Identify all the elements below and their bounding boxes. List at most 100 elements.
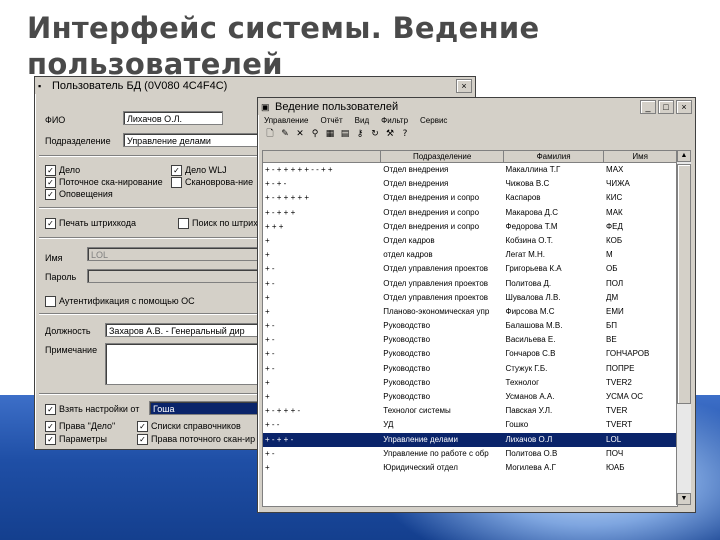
row-flags: +	[265, 292, 270, 302]
table-row[interactable]: + - + - Отдел внедрения Чижова В.С ЧИЖА	[263, 177, 677, 191]
row-name: М	[606, 250, 613, 260]
row-flags: + -	[265, 363, 275, 373]
column-header-dept[interactable]: Подразделение	[381, 151, 504, 162]
table-row[interactable]: + - + + + + + Отдел внедрения и сопро Касп…	[263, 191, 677, 205]
fio-field[interactable]: Лихачов О.Л.	[123, 111, 223, 125]
password-field[interactable]	[87, 269, 263, 283]
login-name-field[interactable]: LOL	[87, 247, 263, 261]
table-row[interactable]: + - Управление по работе с обр Политова О.…	[263, 447, 677, 461]
position-label: Должность	[45, 326, 91, 336]
new-doc-icon[interactable]: 🗋	[264, 129, 276, 140]
check-print-barcode[interactable]: ✓	[45, 218, 56, 229]
table-row[interactable]: + Руководство Усманов А.А. УСМА ОС	[263, 390, 677, 404]
row-name: TVER2	[606, 377, 632, 387]
filter-icon[interactable]: ⚲	[309, 129, 321, 140]
check-ref-lists[interactable]: ✓	[137, 421, 148, 432]
row-flags: +	[265, 250, 270, 260]
key-icon[interactable]: ⚷	[354, 129, 366, 140]
table-icon[interactable]: ▤	[339, 129, 351, 140]
note-field[interactable]	[105, 343, 263, 385]
check-rights-delo[interactable]: ✓	[45, 421, 56, 432]
check-scan[interactable]	[171, 177, 182, 188]
table-row[interactable]: + - Отдел управления проектов Григорьева К…	[263, 262, 677, 276]
check-stream-rights[interactable]: ✓	[137, 434, 148, 445]
row-surname: Технолог	[505, 377, 540, 387]
password-label: Пароль	[45, 272, 77, 282]
minimize-icon[interactable]: _	[640, 100, 656, 114]
check-os-auth[interactable]	[45, 296, 56, 307]
menu-item-manage[interactable]: Управление	[264, 115, 308, 127]
close-icon[interactable]: ×	[676, 100, 692, 114]
row-flags: + - + + + + + - - + +	[265, 165, 333, 174]
refresh-icon[interactable]: ↻	[369, 129, 381, 140]
menu-item-filter[interactable]: Фильтр	[381, 115, 408, 127]
scroll-down-icon[interactable]: ▼	[677, 493, 691, 505]
row-dept: Руководство	[383, 349, 431, 359]
table-row[interactable]: + Отдел кадров Кобзина О.Т. КОБ	[263, 234, 677, 248]
check-delo-label: Дело	[59, 165, 81, 175]
table-row[interactable]: + - Руководство Балашова М.В. БП	[263, 319, 677, 333]
row-dept: Отдел управления проектов	[383, 264, 489, 274]
row-surname: Шувалова Л.В.	[505, 292, 561, 302]
vertical-scrollbar[interactable]: ▲ ▼	[676, 150, 691, 505]
table-row[interactable]: + + + Отдел внедрения и сопро Федорова Т.М…	[263, 220, 677, 234]
row-dept: Отдел внедрения	[383, 165, 449, 174]
menu-item-report[interactable]: Отчёт	[320, 115, 342, 127]
row-flags: + - + -	[265, 179, 287, 189]
table-row[interactable]: + - + + + + + - - + + Отдел внедрения Мака…	[263, 163, 677, 177]
column-header-name[interactable]: Имя	[604, 151, 677, 162]
row-dept: Руководство	[383, 321, 431, 331]
row-dept: Управление делами	[383, 434, 458, 444]
check-search-barcode[interactable]	[178, 218, 189, 229]
check-take-settings[interactable]: ✓	[45, 404, 56, 415]
close-icon[interactable]: ×	[456, 79, 472, 93]
table-row[interactable]: + - Руководство Васильева Е. ВЕ	[263, 333, 677, 347]
row-dept: Управление по работе с обр	[383, 448, 489, 458]
menu-item-service[interactable]: Сервис	[420, 115, 447, 127]
take-settings-label: Взять настройки от	[59, 404, 140, 414]
scroll-up-icon[interactable]: ▲	[677, 150, 691, 162]
maximize-icon[interactable]: □	[658, 100, 674, 114]
column-header-flags[interactable]	[263, 151, 382, 162]
table-row[interactable]: + - + + + Отдел внедрения и сопро Макарова…	[263, 206, 677, 220]
edit-icon[interactable]: ✎	[279, 129, 291, 140]
table-row[interactable]: + - Отдел управления проектов Политова Д. П…	[263, 277, 677, 291]
help-icon[interactable]: ?	[399, 129, 411, 140]
row-flags: +	[265, 306, 270, 316]
check-delo-wlj[interactable]: ✓	[171, 165, 182, 176]
take-settings-field[interactable]: Гоша	[149, 401, 263, 415]
table-row[interactable]: + - + + - Управление делами Лихачов О.Л LOL	[263, 432, 677, 447]
position-field[interactable]: Захаров А.В. - Генеральный дир	[105, 323, 263, 337]
row-name: МАК	[606, 207, 623, 217]
table-row[interactable]: + Юридический отдел Могилева А.Г ЮАБ	[263, 461, 677, 475]
table-row[interactable]: + - + + + - Технолог системы Павская У.Л. T…	[263, 404, 677, 418]
table-row[interactable]: + Руководство Технолог TVER2	[263, 376, 677, 390]
users-window-titlebar[interactable]: ▣ Ведение пользователей _ □ ×	[258, 98, 695, 115]
check-delo[interactable]: ✓	[45, 165, 56, 176]
divider	[39, 313, 265, 315]
print-barcode-label: Печать штрихкода	[59, 218, 136, 228]
menu-item-view[interactable]: Вид	[355, 115, 369, 127]
check-params[interactable]: ✓	[45, 434, 56, 445]
row-surname: Фирсова М.С	[505, 306, 555, 316]
users-window: ▣ Ведение пользователей _ □ × Управление…	[257, 97, 696, 513]
table-row[interactable]: + - Руководство Гончаров С.В ГОНЧАРОВ	[263, 347, 677, 361]
table-row[interactable]: + Планово-экономическая упр Фирсова М.С ЕМИ	[263, 305, 677, 319]
user-window-titlebar[interactable]: ▪ Пользователь БД (0V080 4C4F4C) ×	[35, 77, 475, 94]
row-name: УСМА ОС	[606, 392, 644, 401]
row-flags: + -	[265, 448, 275, 458]
table-row[interactable]: + - - УД Гошко TVERT	[263, 418, 677, 432]
table-row[interactable]: + Отдел управления проектов Шувалова Л.В. Д…	[263, 291, 677, 305]
check-stream-scan[interactable]: ✓	[45, 177, 56, 188]
column-header-surname[interactable]: Фамилия	[504, 151, 605, 162]
dept-field[interactable]: Управление делами	[123, 133, 263, 147]
table-row[interactable]: + отдел кадров Легат М.Н. М	[263, 248, 677, 262]
table-row[interactable]: + - Руководство Стужук Г.Б. ПОПРЕ	[263, 362, 677, 376]
scroll-thumb[interactable]	[677, 164, 691, 404]
delete-icon[interactable]: ✕	[294, 129, 306, 140]
check-notify[interactable]: ✓	[45, 189, 56, 200]
stream-rights-label: Права поточного скан-ир	[151, 434, 256, 444]
tools-icon[interactable]: ⚒	[384, 129, 396, 140]
row-dept: УД	[383, 420, 394, 430]
grid-icon[interactable]: ▦	[324, 129, 336, 140]
